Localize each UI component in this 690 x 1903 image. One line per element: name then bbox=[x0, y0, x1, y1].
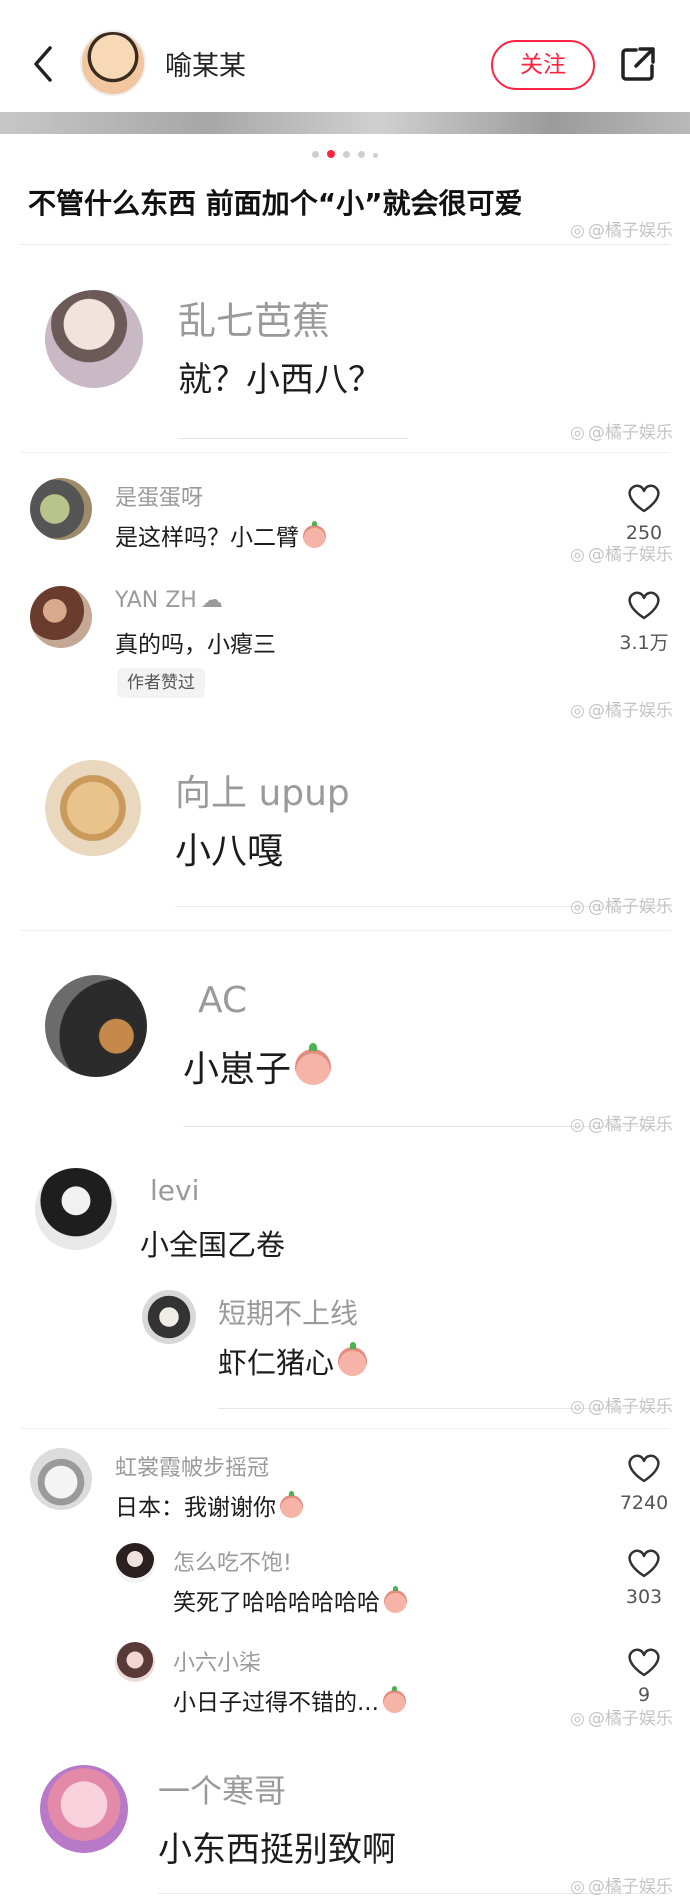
divider bbox=[20, 930, 670, 931]
watermark: @橘子娱乐 bbox=[570, 1704, 673, 1729]
comment-username[interactable]: 一个寒哥 bbox=[158, 1766, 286, 1812]
like-heart-icon[interactable] bbox=[627, 590, 661, 620]
watermark: @橘子娱乐 bbox=[570, 696, 673, 721]
carousel-indicator bbox=[0, 150, 690, 158]
divider bbox=[20, 1428, 670, 1429]
avatar[interactable] bbox=[45, 290, 143, 388]
comment-username[interactable]: 乱七芭蕉 bbox=[178, 290, 330, 345]
back-icon[interactable] bbox=[28, 44, 58, 84]
divider bbox=[178, 438, 408, 439]
emoji-icon bbox=[280, 1490, 303, 1518]
avatar[interactable] bbox=[45, 760, 141, 856]
divider bbox=[20, 452, 670, 453]
author-name[interactable]: 喻某某 bbox=[165, 44, 246, 83]
carousel-dot bbox=[312, 151, 319, 158]
watermark: @橘子娱乐 bbox=[570, 892, 673, 917]
author-liked-badge: 作者赞过 bbox=[117, 668, 205, 698]
like-heart-icon[interactable] bbox=[627, 1453, 661, 1483]
comment-username[interactable]: 短期不上线 bbox=[218, 1292, 358, 1332]
like-heart-icon[interactable] bbox=[627, 1647, 661, 1677]
comment-text[interactable]: 笑死了哈哈哈哈哈哈 bbox=[173, 1583, 407, 1617]
comment-text[interactable]: 日本：我谢谢你 bbox=[115, 1488, 303, 1522]
avatar[interactable] bbox=[115, 1642, 155, 1682]
comment-text[interactable]: 小日子过得不错的... bbox=[173, 1683, 406, 1717]
comment-username[interactable]: levi bbox=[150, 1174, 199, 1207]
like-count: 7240 bbox=[619, 1492, 669, 1514]
follow-button[interactable]: 关注 bbox=[491, 40, 595, 90]
comment-text[interactable]: 小东西挺别致啊 bbox=[158, 1822, 396, 1871]
comment-username[interactable]: YAN ZH ☁ bbox=[115, 588, 223, 613]
watermark: @橘子娱乐 bbox=[570, 1392, 673, 1417]
comment-username[interactable]: 怎么吃不饱! bbox=[173, 1545, 292, 1577]
emoji-icon bbox=[382, 1685, 406, 1713]
avatar[interactable] bbox=[115, 1543, 155, 1583]
avatar[interactable] bbox=[40, 1765, 128, 1853]
comment-username[interactable]: AC bbox=[198, 980, 247, 1021]
comment-text[interactable]: 真的吗，小瘪三 bbox=[115, 625, 276, 659]
carousel-dot bbox=[373, 153, 378, 158]
emoji-icon bbox=[295, 1042, 332, 1086]
author-avatar[interactable] bbox=[80, 30, 146, 96]
comment-username[interactable]: 虹裳霞帔步摇冠 bbox=[115, 1450, 269, 1482]
avatar[interactable] bbox=[45, 975, 147, 1077]
comment-text[interactable]: 小八嘎 bbox=[175, 822, 283, 874]
emoji-icon bbox=[384, 1585, 407, 1613]
comment-text[interactable]: 是这样吗？小二臂 bbox=[115, 518, 326, 552]
watermark: @橘子娱乐 bbox=[570, 1110, 673, 1135]
avatar[interactable] bbox=[142, 1290, 196, 1344]
avatar[interactable] bbox=[35, 1168, 117, 1250]
like-heart-icon[interactable] bbox=[627, 483, 661, 513]
post-title: 不管什么东西 前面加个“小”就会很可爱 bbox=[28, 187, 523, 220]
cloud-icon: ☁ bbox=[200, 588, 223, 613]
watermark: @橘子娱乐 bbox=[570, 418, 673, 443]
watermark: @橘子娱乐 bbox=[570, 540, 673, 565]
like-count: 9 bbox=[637, 1684, 651, 1706]
like-count: 3.1万 bbox=[619, 632, 669, 654]
comment-text[interactable]: 小全国乙卷 bbox=[140, 1222, 285, 1264]
emoji-icon bbox=[303, 520, 326, 548]
like-count: 303 bbox=[625, 1586, 663, 1608]
comment-text[interactable]: 就？小西八？ bbox=[178, 352, 382, 401]
comment-username[interactable]: 向上 upup bbox=[175, 764, 350, 816]
watermark: @橘子娱乐 bbox=[570, 216, 673, 241]
avatar[interactable] bbox=[30, 478, 92, 540]
top-bar: 喻某某 关注 bbox=[0, 0, 690, 128]
carousel-dot bbox=[358, 151, 365, 158]
comment-username[interactable]: 是蛋蛋呀 bbox=[115, 480, 203, 512]
comment-username[interactable]: 小六小柒 bbox=[173, 1645, 261, 1677]
divider bbox=[20, 244, 670, 245]
like-heart-icon[interactable] bbox=[627, 1548, 661, 1578]
watermark: @橘子娱乐 bbox=[570, 1872, 673, 1897]
carousel-dot bbox=[343, 151, 350, 158]
avatar[interactable] bbox=[30, 586, 92, 648]
share-icon[interactable] bbox=[618, 44, 658, 84]
avatar[interactable] bbox=[30, 1448, 92, 1510]
post-image-edge[interactable] bbox=[0, 112, 690, 134]
comment-text[interactable]: 小崽子 bbox=[183, 1040, 332, 1092]
emoji-icon bbox=[338, 1342, 368, 1377]
comment-text[interactable]: 虾仁猪心 bbox=[218, 1340, 368, 1382]
carousel-dot-active bbox=[327, 150, 335, 158]
